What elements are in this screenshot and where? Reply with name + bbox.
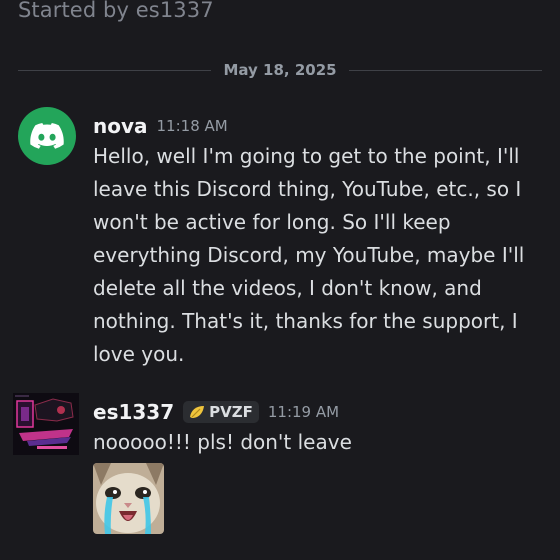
timestamp[interactable]: 11:18 AM <box>157 117 228 135</box>
message-text: nooooo!!! pls! don't leave <box>93 430 352 454</box>
date-divider: May 18, 2025 <box>18 60 543 80</box>
avatar[interactable] <box>18 107 76 165</box>
gamer-avatar-icon <box>13 393 79 455</box>
timestamp[interactable]: 11:19 AM <box>268 403 339 421</box>
divider-line-right <box>348 69 543 71</box>
username[interactable]: nova <box>93 114 148 138</box>
divider-date: May 18, 2025 <box>223 61 337 79</box>
username[interactable]: es1337 <box>93 400 174 424</box>
divider-line-left <box>18 69 212 71</box>
message-header: nova 11:18 AM <box>93 114 228 138</box>
message-text: Hello, well I'm going to get to the poin… <box>93 144 525 366</box>
avatar[interactable] <box>13 393 79 455</box>
leaf-badge-icon <box>190 406 205 418</box>
message-header: es1337 PVZF 11:19 AM <box>93 400 339 424</box>
thread-started-by: Started by es1337 <box>18 0 214 22</box>
discord-logo-icon <box>30 123 64 149</box>
server-tag-badge[interactable]: PVZF <box>183 401 259 423</box>
server-tag-label: PVZF <box>209 403 253 421</box>
crying-cat-image[interactable] <box>93 463 164 534</box>
crying-cat-image-art <box>93 463 164 534</box>
